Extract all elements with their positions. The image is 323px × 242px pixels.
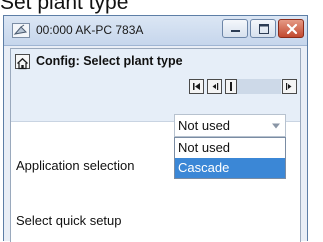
skip-first-icon <box>193 83 200 90</box>
option-cascade[interactable]: Cascade <box>175 158 285 178</box>
minimize-button[interactable] <box>222 19 248 38</box>
panel-header: Config: Select plant type <box>11 49 300 122</box>
title-bar[interactable]: 00:000 AK-PC 783A <box>4 16 307 46</box>
maximize-button[interactable] <box>250 19 276 38</box>
close-icon <box>286 23 298 35</box>
home-button[interactable] <box>15 54 30 70</box>
prev-button[interactable] <box>207 79 222 94</box>
quick-setup-label: Select quick setup <box>16 213 122 228</box>
dropdown-options-list: Not used Cascade <box>174 137 286 179</box>
chevron-down-icon <box>272 123 280 129</box>
page-caption: Set plant type <box>0 0 129 14</box>
dropdown-current-value: Not used <box>178 118 231 133</box>
position-marker-icon <box>230 82 232 91</box>
option-not-used[interactable]: Not used <box>175 138 285 158</box>
application-selection-label: Application selection <box>16 158 135 173</box>
minimize-icon <box>231 30 240 32</box>
window-title: 00:000 AK-PC 783A <box>36 23 144 37</box>
panel-title: Config: Select plant type <box>36 54 183 68</box>
next-button[interactable] <box>282 79 297 94</box>
application-selection-dropdown[interactable]: Not used <box>174 114 286 137</box>
position-marker <box>225 79 237 94</box>
maximize-icon <box>259 24 269 34</box>
close-button[interactable] <box>278 19 304 38</box>
step-forward-icon <box>286 83 292 90</box>
satellite-dish-icon <box>12 23 30 38</box>
first-button[interactable] <box>189 79 204 94</box>
step-back-icon <box>212 83 219 90</box>
home-icon <box>17 57 28 70</box>
